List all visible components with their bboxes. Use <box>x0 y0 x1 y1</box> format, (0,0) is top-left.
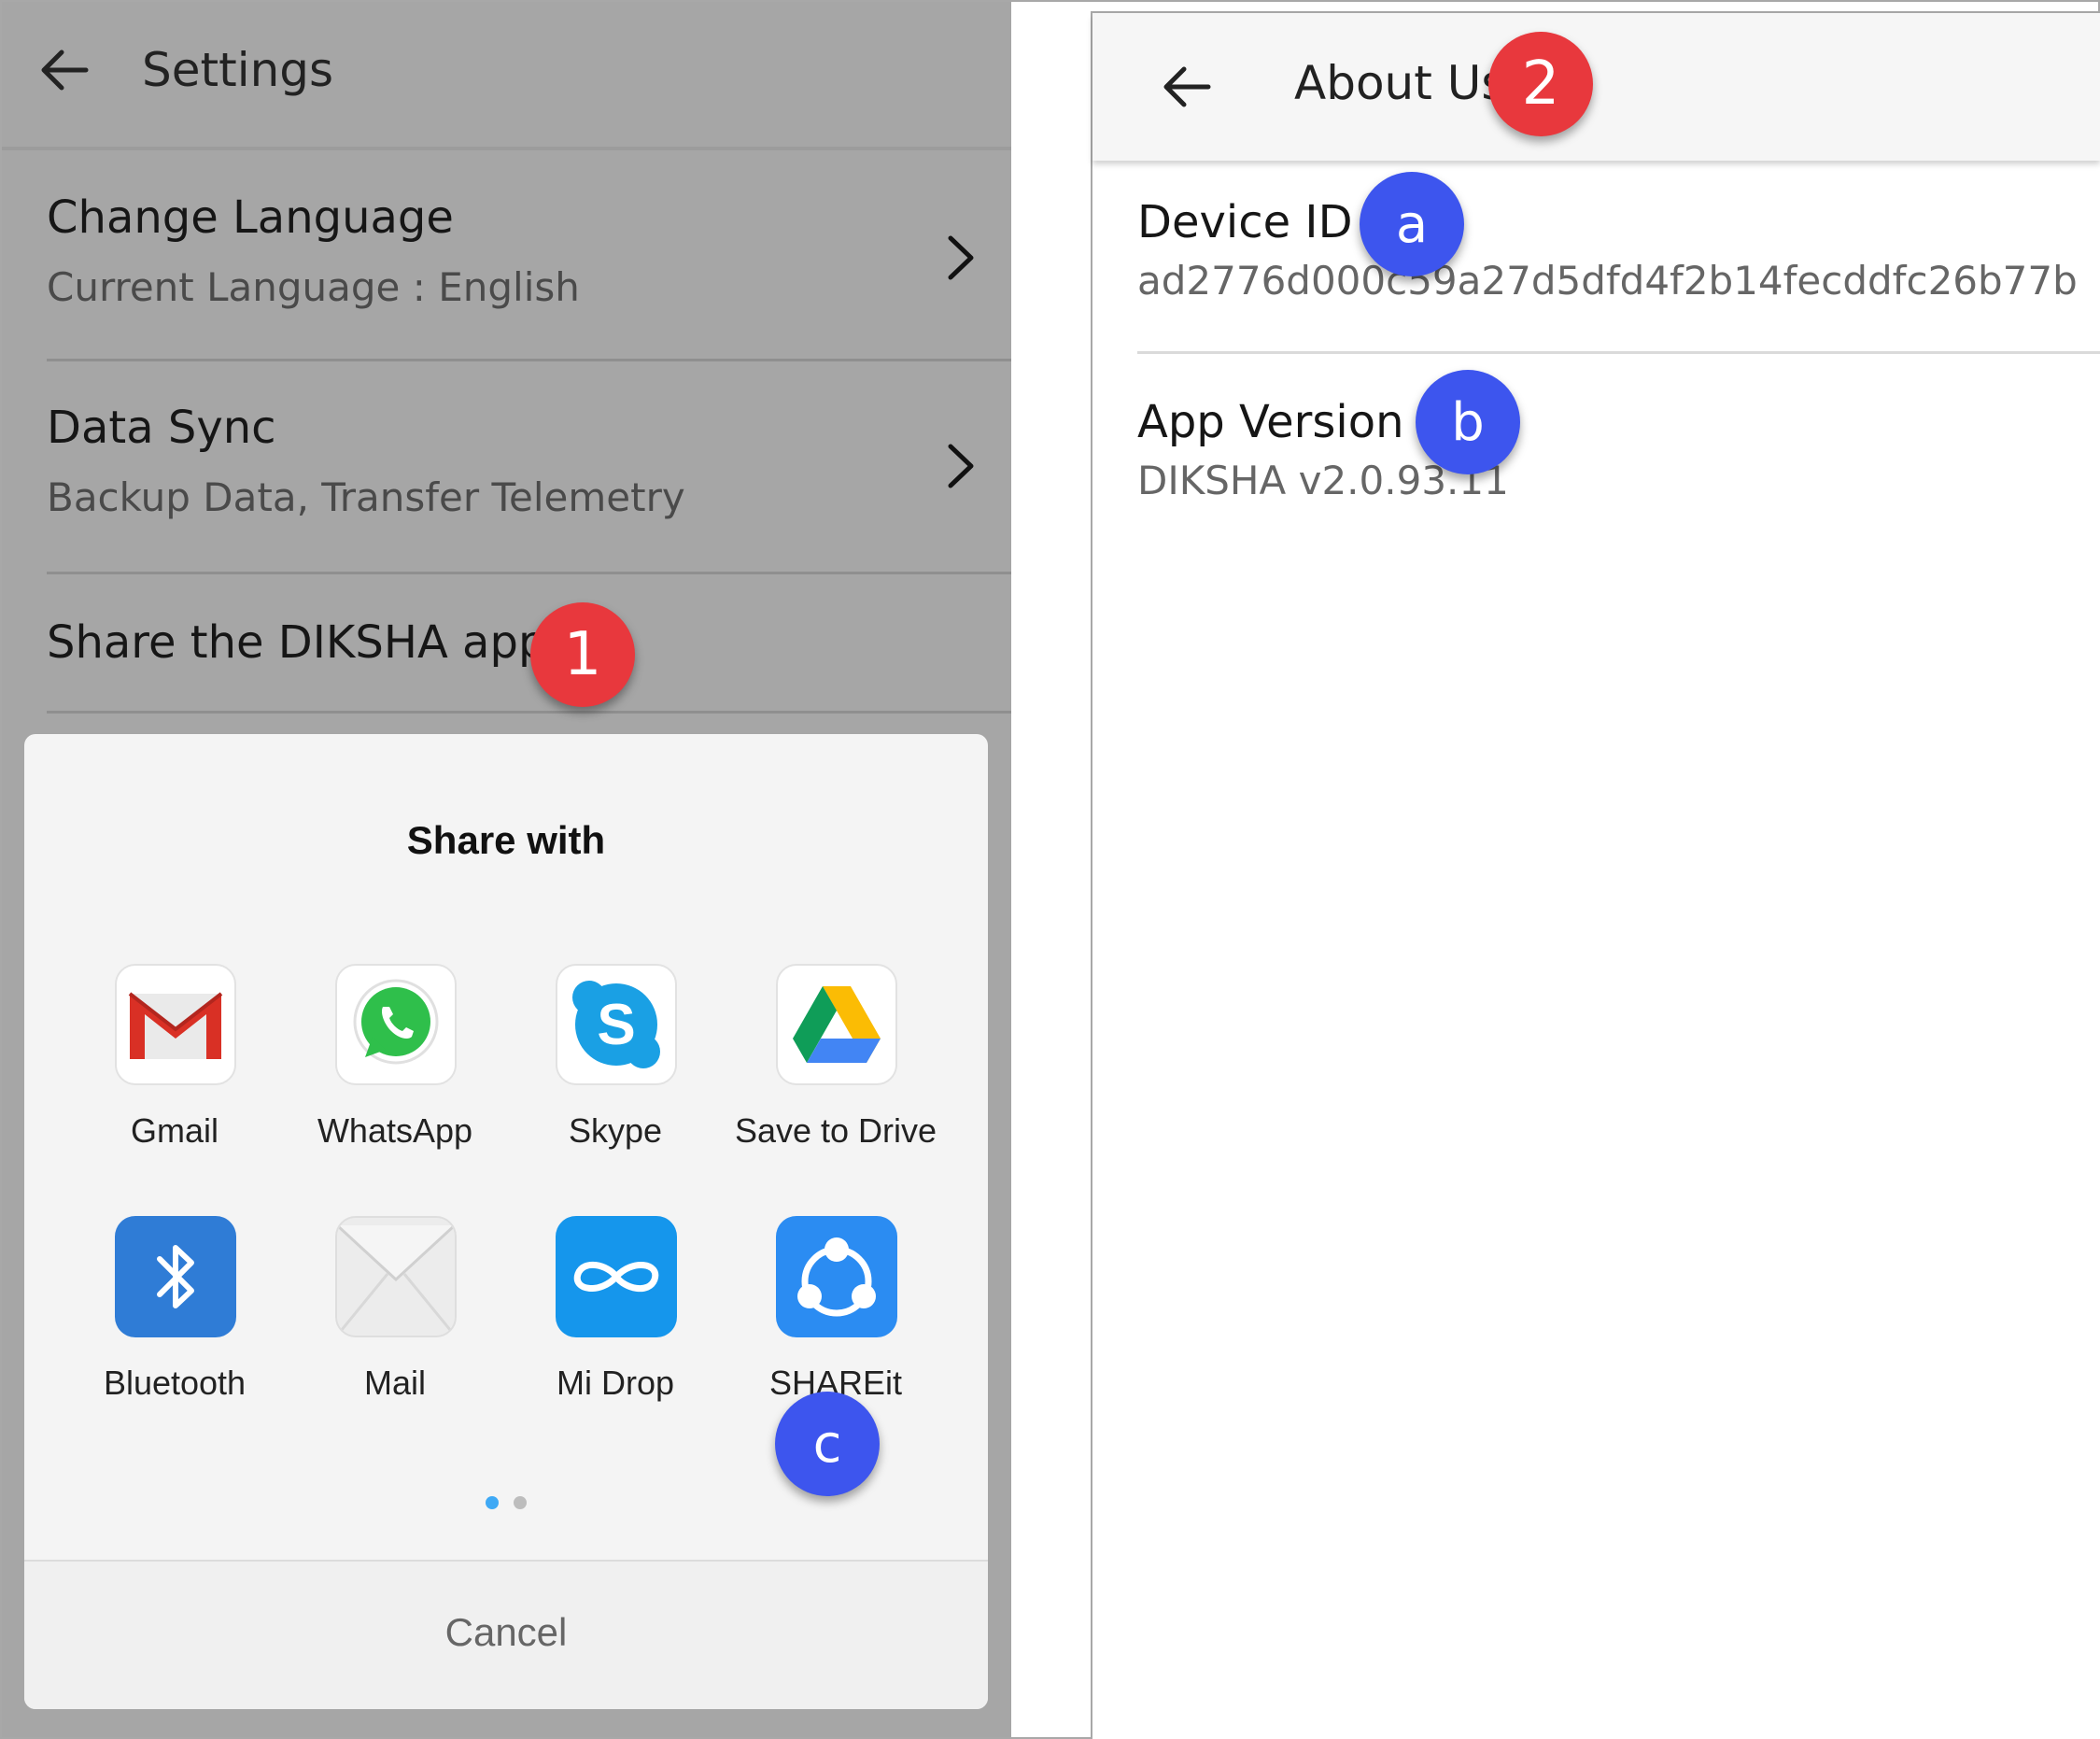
page-indicator-dot <box>514 1496 527 1509</box>
page-title: Settings <box>142 43 334 97</box>
setting-subtitle: Current Language : English <box>47 264 580 310</box>
share-target-label: Mi Drop <box>556 1364 675 1402</box>
share-target-mail[interactable]: Mail <box>285 1216 505 1440</box>
setting-title: Data Sync <box>47 402 276 454</box>
chevron-right-icon <box>943 441 980 491</box>
callout-badge-a: a <box>1360 172 1464 276</box>
callout-badge-1: 1 <box>530 602 635 707</box>
bluetooth-icon <box>115 1216 236 1337</box>
setting-title: Share the DIKSHA app <box>47 616 547 669</box>
mi-drop-icon <box>556 1216 677 1337</box>
share-sheet-dialog: Share with Gmail WhatsApp S Skype Save t… <box>24 734 988 1709</box>
callout-badge-c: c <box>775 1392 880 1496</box>
whatsapp-icon <box>335 964 457 1085</box>
page-indicator-dot-active <box>486 1496 499 1509</box>
setting-subtitle: Backup Data, Transfer Telemetry <box>47 474 685 520</box>
setting-item-change-language[interactable]: Change Language Current Language : Engli… <box>47 154 1011 361</box>
share-sheet-title: Share with <box>406 818 606 862</box>
google-drive-icon <box>776 964 897 1085</box>
app-version-label: App Version <box>1137 396 1404 448</box>
callout-badge-b: b <box>1416 370 1520 474</box>
mail-icon <box>335 1216 457 1337</box>
share-target-skype[interactable]: S Skype <box>505 964 726 1188</box>
svg-text:S: S <box>597 993 635 1057</box>
skype-icon: S <box>556 964 677 1085</box>
settings-app-bar: Settings <box>2 2 1011 150</box>
about-us-screen: About Us Device ID ad2776d000c59a27d5dfd… <box>1091 11 2100 1739</box>
device-id-label: Device ID <box>1137 196 1353 248</box>
share-target-whatsapp[interactable]: WhatsApp <box>285 964 505 1188</box>
setting-item-data-sync[interactable]: Data Sync Backup Data, Transfer Telemetr… <box>47 364 1011 574</box>
device-id-value: ad2776d000c59a27d5dfd4f2b14fecddfc26b77b <box>1137 258 2078 304</box>
setting-item-share-app[interactable]: Share the DIKSHA app <box>47 577 1011 714</box>
about-app-bar: About Us <box>1092 13 2100 161</box>
cancel-label: Cancel <box>444 1610 568 1654</box>
share-target-label: Mail <box>363 1364 426 1402</box>
settings-screen: Settings Change Language Current Languag… <box>2 2 1011 1737</box>
share-target-bluetooth[interactable]: Bluetooth <box>64 1216 285 1440</box>
chevron-right-icon <box>943 233 980 283</box>
cancel-button[interactable]: Cancel <box>24 1562 988 1709</box>
back-arrow-icon[interactable] <box>35 41 93 99</box>
back-arrow-icon[interactable] <box>1158 58 1216 116</box>
share-target-mi-drop[interactable]: Mi Drop <box>505 1216 726 1440</box>
divider <box>1137 351 2100 354</box>
callout-badge-2: 2 <box>1488 32 1593 136</box>
share-target-label: Bluetooth <box>103 1364 247 1402</box>
share-target-label: Skype <box>568 1111 663 1150</box>
setting-title: Change Language <box>47 191 454 244</box>
share-target-label: Gmail <box>130 1111 218 1150</box>
share-target-gmail[interactable]: Gmail <box>64 964 285 1188</box>
page-title: About Us <box>1294 56 1506 110</box>
gmail-icon <box>115 964 236 1085</box>
share-target-label: Save to Drive <box>734 1111 937 1150</box>
share-target-save-to-drive[interactable]: Save to Drive <box>726 964 946 1188</box>
share-target-label: WhatsApp <box>317 1111 473 1150</box>
shareit-icon <box>776 1216 897 1337</box>
